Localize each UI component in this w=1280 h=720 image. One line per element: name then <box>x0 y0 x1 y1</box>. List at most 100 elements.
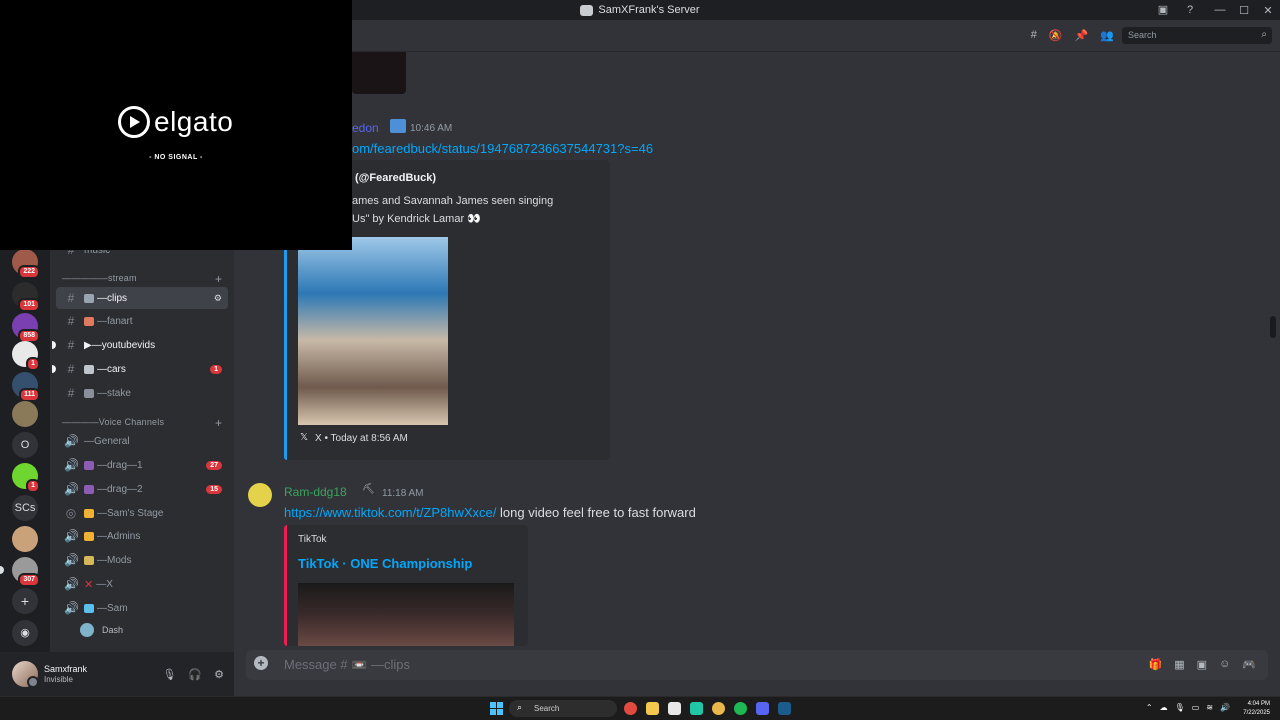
pickaxe-icon: ⛏ <box>362 484 375 495</box>
taskbar-search-label: Search <box>534 704 560 713</box>
voice-channel-admins[interactable]: 🔊 —Admins <box>56 525 228 547</box>
avatar <box>80 623 94 637</box>
message-input-placeholder[interactable]: Message # 📼 —clips <box>284 657 410 673</box>
search-placeholder: Search <box>1128 30 1157 40</box>
channel-fanart[interactable]: # —fanart <box>56 310 228 332</box>
voice-channel-general[interactable]: 🔊 —General <box>56 430 228 452</box>
minimize-button[interactable]: — <box>1208 4 1232 16</box>
headphones-icon[interactable]: 🎧 <box>188 668 202 681</box>
attachment-image[interactable] <box>352 52 406 94</box>
voice-channel-sam[interactable]: 🔊 —Sam <box>56 597 228 619</box>
user-info[interactable]: Samxfrank Invisible <box>38 664 87 684</box>
notification-bell-icon[interactable]: 🔕 <box>1049 29 1063 42</box>
category-stream[interactable]: —————stream <box>62 273 137 283</box>
server-icon[interactable]: 307 <box>0 557 40 587</box>
search-input[interactable]: Search ⌕ <box>1122 27 1272 44</box>
server-icon[interactable]: 222 <box>12 249 40 279</box>
maximize-button[interactable]: ☐ <box>1232 4 1256 17</box>
server-icon[interactable]: O <box>12 432 38 458</box>
voice-channel-drag-1[interactable]: 🔊 —drag—1 27 <box>56 454 228 476</box>
message-link[interactable]: https://www.tiktok.com/t/ZP8hwXxce/ <box>284 505 496 520</box>
channel-cars[interactable]: # —cars 1 <box>52 358 228 380</box>
members-icon[interactable]: 👥 <box>1100 29 1114 42</box>
close-button[interactable]: ✕ <box>1256 4 1280 17</box>
cloud-icon[interactable]: ☁ <box>1160 703 1168 712</box>
file-explorer-icon[interactable] <box>646 702 659 715</box>
discover-icon[interactable]: ◉ <box>12 620 38 646</box>
clock[interactable]: 4:04 PM 7/22/2025 <box>1243 700 1270 718</box>
message-composer[interactable]: + Message # 📼 —clips 🎁 ▦ ▣ ☺ 🎮 <box>246 650 1268 680</box>
channel-clips[interactable]: # —clips ⚙ <box>56 287 228 309</box>
embed-video-thumbnail[interactable] <box>298 583 514 646</box>
chrome-icon[interactable] <box>712 702 725 715</box>
channel-youtubevids[interactable]: # ▶ —youtubevids <box>52 334 228 356</box>
inbox-icon[interactable]: ▣ <box>1156 3 1170 17</box>
speaker-icon: 🔊 <box>64 553 79 567</box>
desktop: SamXFrank's Server ▣ ? — ☐ ✕ 222 101 858… <box>0 0 1280 720</box>
category-voice[interactable]: ————Voice Channels <box>62 417 164 427</box>
avatar[interactable] <box>248 483 272 507</box>
add-server-icon[interactable]: + <box>12 588 38 614</box>
emoji-icon[interactable]: ☺ <box>1219 658 1230 671</box>
gif-icon[interactable]: ▦ <box>1174 658 1184 671</box>
server-icon[interactable]: SCs <box>12 495 38 521</box>
volume-icon[interactable]: 🔊 <box>1220 703 1230 712</box>
voice-channel-x[interactable]: 🔊 ✕ —X <box>56 573 228 595</box>
channel-stake[interactable]: # —stake <box>56 382 228 404</box>
mention-badge: 1 <box>26 479 40 493</box>
hash-icon: # <box>67 338 75 352</box>
clock-time: 4:04 PM <box>1247 701 1270 707</box>
channel-label: —X <box>96 578 113 590</box>
monitor-icon[interactable]: ▭ <box>1192 703 1200 712</box>
add-attachment-icon[interactable]: + <box>254 656 268 670</box>
chrome-icon[interactable] <box>624 702 637 715</box>
voice-channel-mods[interactable]: 🔊 —Mods <box>56 549 228 571</box>
wifi-icon[interactable]: ≋ <box>1206 703 1213 712</box>
sticker-icon[interactable]: ▣ <box>1197 658 1207 671</box>
notepad-icon[interactable] <box>668 702 681 715</box>
embed-image[interactable] <box>298 237 448 425</box>
server-icon[interactable]: 101 <box>12 282 40 312</box>
scrollbar[interactable] <box>1270 316 1276 338</box>
speaker-icon: 🔊 <box>64 601 79 615</box>
message-link[interactable]: om/fearedbuck/status/1947687236637544731… <box>352 141 653 156</box>
help-icon[interactable]: ? <box>1183 3 1197 17</box>
microphone-icon[interactable]: 🎙 <box>162 668 176 681</box>
voice-channel-drag-2[interactable]: 🔊 —drag—2 15 <box>56 478 228 500</box>
microphone-icon[interactable]: 🎙 <box>1175 703 1185 712</box>
stage-channel-sams-stage[interactable]: ◎ —Sam's Stage <box>56 502 228 524</box>
message-timestamp: 11:18 AM <box>382 488 424 499</box>
message-author[interactable]: edon <box>352 121 379 135</box>
window-title: SamXFrank's Server <box>598 4 700 16</box>
message-author[interactable]: Ram-ddg18 <box>284 485 347 499</box>
x-logo-icon: 𝕏 <box>300 432 309 443</box>
avatar[interactable] <box>12 661 39 688</box>
server-icon[interactable] <box>12 526 38 552</box>
gift-icon[interactable]: 🎁 <box>1149 658 1163 671</box>
add-channel-icon[interactable]: + <box>215 416 222 430</box>
threads-icon[interactable]: # <box>1031 29 1037 42</box>
server-icon[interactable] <box>12 401 38 427</box>
app-icon[interactable] <box>690 702 703 715</box>
start-button[interactable] <box>490 702 503 715</box>
add-channel-icon[interactable]: + <box>215 272 222 286</box>
gear-icon[interactable]: ⚙ <box>214 668 224 681</box>
embed-title[interactable]: (@FearedBuck) <box>355 172 436 184</box>
hash-icon: # <box>67 291 75 305</box>
server-icon[interactable]: 111 <box>12 372 40 402</box>
spotify-icon[interactable] <box>734 702 747 715</box>
server-icon[interactable]: 1 <box>12 463 40 493</box>
channel-label: —clips <box>97 292 128 304</box>
steam-icon[interactable] <box>778 702 791 715</box>
channel-settings-icon[interactable]: ⚙ <box>214 293 222 304</box>
voice-user[interactable]: Dash <box>80 623 123 637</box>
chevron-up-icon[interactable]: ⌃ <box>1146 703 1153 712</box>
server-icon[interactable]: 1 <box>12 341 40 371</box>
activities-icon[interactable]: 🎮 <box>1242 658 1256 671</box>
discord-icon[interactable] <box>756 702 769 715</box>
pin-icon[interactable]: 📌 <box>1075 29 1089 42</box>
server-icon[interactable]: 858 <box>12 313 40 343</box>
camera-icon <box>390 119 406 133</box>
taskbar-search[interactable]: ⌕ Search <box>509 700 617 717</box>
embed-title[interactable]: TikTok · ONE Championship <box>298 556 472 571</box>
